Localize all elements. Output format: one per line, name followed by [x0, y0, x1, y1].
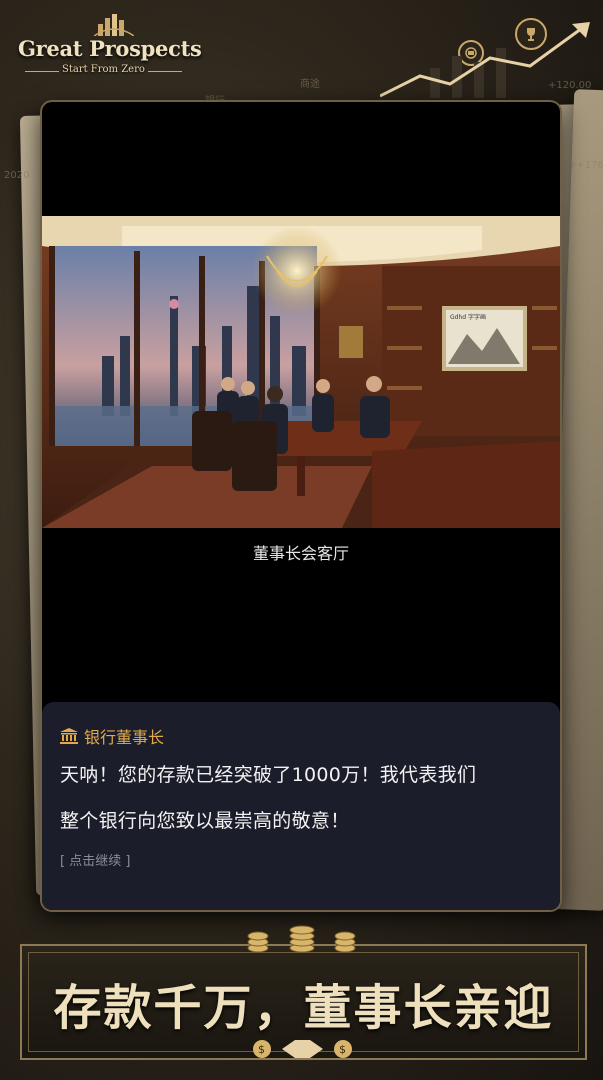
handshake-icon: $ $: [253, 1040, 352, 1058]
coin-stack-icon: [247, 925, 356, 953]
svg-text:$: $: [258, 1043, 265, 1056]
scene-image-boardroom: Gdhd 字字画: [42, 216, 560, 528]
banner-text: 存款千万，董事长亲迎: [53, 980, 554, 1036]
game-logo: Great Prospects Start From Zero: [14, 14, 204, 84]
logo-subtitle: Start From Zero: [24, 64, 183, 75]
continue-hint[interactable]: [ 点击继续 ]: [60, 850, 130, 869]
logo-title: Great Prospects: [18, 36, 202, 61]
speaker-name: 银行董事长: [84, 728, 165, 747]
painting-label: Gdhd 字字画: [450, 313, 486, 321]
speaker-tag: 银行董事长: [60, 724, 164, 748]
dialog-line-2: 整个银行向您致以最崇高的敬意！: [60, 810, 350, 832]
dialog-box[interactable]: 银行董事长 天呐！您的存款已经突破了1000万！我代表我们 整个银行向您致以最崇…: [42, 702, 560, 910]
ledger-word: 商途: [300, 79, 320, 90]
bank-icon: [60, 728, 78, 744]
scene-caption: 董事长会客厅: [252, 544, 349, 563]
dialog-line-1: 天呐！您的存款已经突破了1000万！我代表我们: [60, 764, 477, 786]
ledger-figure: ++176.7: [568, 160, 603, 171]
svg-text:$: $: [339, 1043, 346, 1056]
story-card[interactable]: Gdhd 字字画 董事长会客厅 银行董事长 天呐！您的存款已经突破了1000万！…: [42, 102, 560, 910]
building-icon: [94, 14, 134, 36]
ledger-year: 2020: [4, 170, 30, 181]
growth-arrow-icon: [380, 22, 590, 98]
